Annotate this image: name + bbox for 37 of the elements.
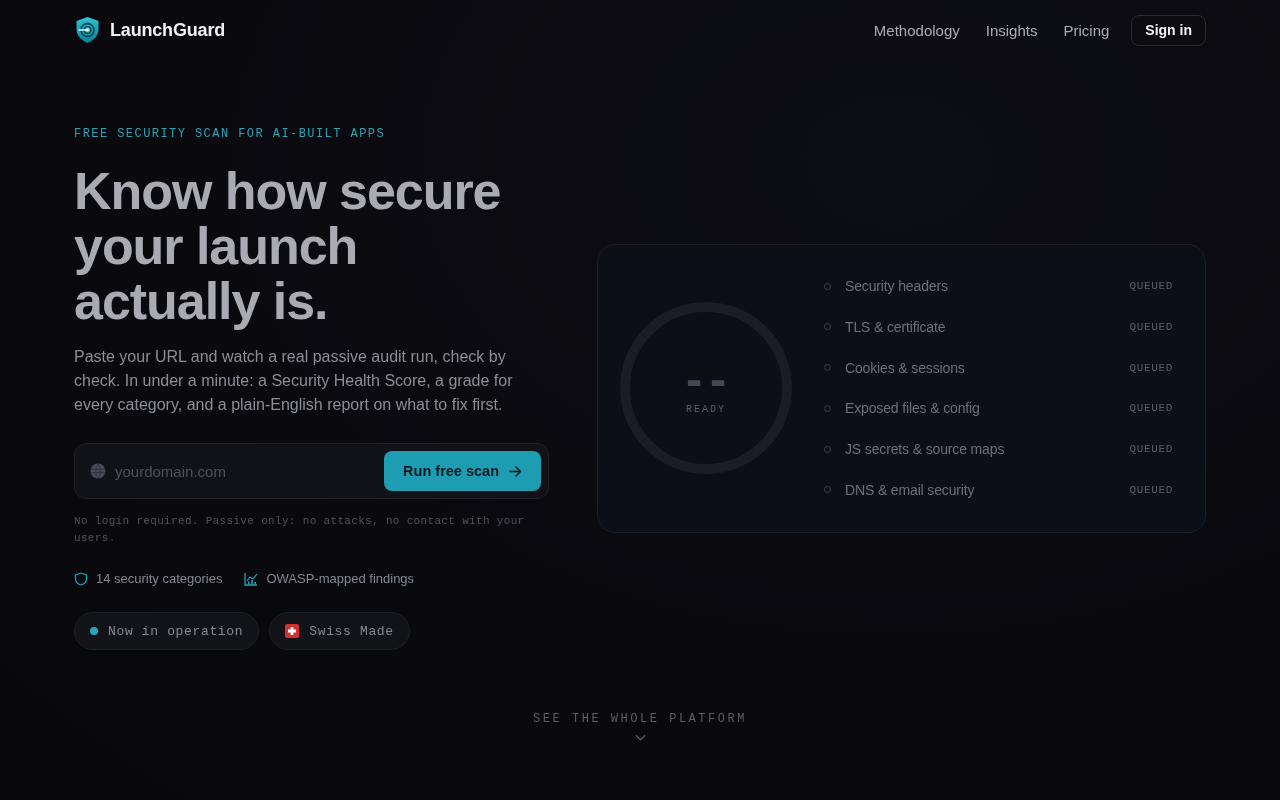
check-status: QUEUED xyxy=(1129,280,1173,292)
feature-label: OWASP-mapped findings xyxy=(266,571,415,586)
shield-logo-icon xyxy=(75,16,100,44)
status-dot-icon xyxy=(90,627,98,635)
check-label: Security headers xyxy=(845,278,949,294)
flag-icon xyxy=(285,624,300,638)
nav-link[interactable]: Insights xyxy=(985,21,1038,39)
headline: Know how secure your launch actually is. xyxy=(74,164,502,329)
nav-link[interactable]: Methodology xyxy=(873,21,960,39)
check-label: TLS & certificate xyxy=(845,318,947,335)
check-status: QUEUED xyxy=(1129,320,1173,333)
score-label: READY xyxy=(686,403,726,415)
feature-label: 14 security categories xyxy=(96,571,223,586)
badge-label: Now in operation xyxy=(108,623,244,639)
nav-link[interactable]: Pricing xyxy=(1063,21,1110,39)
shield-icon xyxy=(74,571,88,586)
globe-icon xyxy=(90,463,106,479)
run-scan-button[interactable]: Run free scan xyxy=(384,451,541,491)
check-label: DNS & email security xyxy=(845,482,976,498)
check-status: QUEUED xyxy=(1129,361,1173,374)
eyebrow-text: FREE SECURITY SCAN FOR AI-BUILT APPS xyxy=(74,126,387,142)
check-status: QUEUED xyxy=(1129,484,1173,496)
lead-paragraph: Paste your URL and watch a real passive audit run, check by check. In under a minute: a Security Health Score, a grade for every category, and a plain-English report on what to fix first. xyxy=(74,347,514,415)
url-input[interactable]: yourdomain.com xyxy=(115,459,385,483)
check-label: Cookies & sessions xyxy=(845,359,966,376)
check-status: QUEUED xyxy=(1129,402,1173,415)
score-value: -- xyxy=(681,365,731,396)
brand-name: LaunchGuard xyxy=(110,19,226,41)
arrow-right-icon xyxy=(509,465,522,477)
badge-label: Swiss Made xyxy=(309,623,394,639)
check-label: JS secrets & source maps xyxy=(845,441,1006,458)
check-status: QUEUED xyxy=(1129,443,1173,456)
sign-in-button[interactable]: Sign in xyxy=(1131,14,1206,46)
check-label: Exposed files & config xyxy=(845,400,981,417)
chevron-down-icon xyxy=(634,734,646,741)
bar-chart-icon xyxy=(244,571,259,586)
hint-text: No login required. Passive only: no attacks, no contact with your users. xyxy=(74,514,526,546)
